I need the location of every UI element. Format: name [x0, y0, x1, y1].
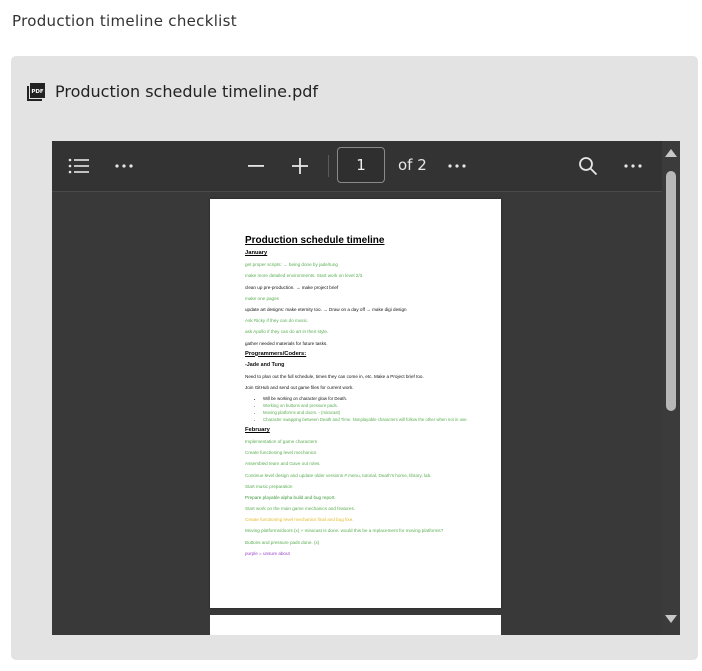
- list-icon[interactable]: [62, 149, 96, 183]
- scroll-down-arrow-icon[interactable]: [665, 615, 677, 623]
- document-line: Create functioning level mechanics final…: [245, 517, 354, 523]
- pdf-file-icon: PDF: [27, 82, 45, 101]
- bullet-item: Character swapping between Death and Tim…: [263, 417, 475, 422]
- svg-text:PDF: PDF: [31, 89, 44, 95]
- overflow-menu-icon[interactable]: [616, 149, 650, 183]
- pdf-page-1: Production schedule timeline January get …: [210, 199, 501, 608]
- document-line: get proper scripts: → being done by jade…: [245, 262, 338, 268]
- document-line: Join GitHub and send out game files for …: [245, 385, 354, 391]
- toolbar-divider: [328, 155, 329, 177]
- bullet-item: Working on buttons and pressure pads.: [263, 403, 475, 408]
- document-line: Need to plan out the full schedule, time…: [245, 374, 424, 380]
- document-line: update art designs: make eternity too. →…: [245, 306, 407, 312]
- document-line: Create functioning level mechanics: [245, 450, 317, 456]
- search-icon[interactable]: [571, 149, 605, 183]
- page-title: Production timeline checklist: [12, 12, 237, 30]
- document-line: -Jade and Tung: [245, 361, 285, 368]
- bullet-item: Will be working on character glow for De…: [263, 396, 475, 401]
- document-line: gather needed materials for future tasks…: [245, 340, 328, 346]
- zoom-in-icon[interactable]: [283, 149, 317, 183]
- document-section-heading: February: [245, 426, 270, 433]
- pdf-toolbar: of 2: [52, 141, 662, 192]
- document-line: Moving platforms/doors (x) + miracast is…: [245, 528, 444, 534]
- more-options-icon[interactable]: [107, 149, 141, 183]
- attachment-file-name[interactable]: Production schedule timeline.pdf: [55, 82, 318, 101]
- pdf-viewer: of 2 Production schedule timeline Januar…: [52, 141, 680, 635]
- document-content: Production schedule timeline January get …: [245, 235, 475, 562]
- document-line: Start music preparation: [245, 483, 293, 489]
- vertical-scrollbar[interactable]: [662, 141, 680, 635]
- document-line: Implementation of game characters: [245, 438, 318, 444]
- page-total-label: of 2: [398, 156, 427, 174]
- scrollbar-thumb[interactable]: [666, 171, 676, 411]
- page-more-icon[interactable]: [440, 149, 474, 183]
- zoom-out-icon[interactable]: [239, 149, 273, 183]
- document-line: Start work on the main game mechanics an…: [245, 506, 356, 512]
- page-number-input[interactable]: [337, 147, 385, 183]
- bullet-list: Will be working on character glow for De…: [245, 396, 475, 421]
- document-line: purple = unsure about: [245, 550, 290, 556]
- document-line: Continue level design and update older v…: [245, 472, 432, 478]
- attachment-header[interactable]: PDF Production schedule timeline.pdf: [27, 82, 318, 101]
- document-line: ask Apollo if they can do art in their s…: [245, 329, 329, 335]
- document-section-heading: Programmers/Coders:: [245, 350, 307, 357]
- document-line: Buttons and pressure pads done. (x): [245, 539, 320, 545]
- document-line: Prepare playable alpha build and bug rep…: [245, 494, 336, 500]
- document-title: Production schedule timeline: [245, 235, 385, 246]
- document-section-heading: January: [245, 250, 268, 256]
- document-line: clean up pre-production. → make project …: [245, 284, 339, 290]
- scroll-up-arrow-icon[interactable]: [665, 149, 677, 157]
- document-line: Ask Ricky if they can do music.: [245, 318, 309, 324]
- document-line: make one pages: [245, 295, 279, 301]
- pdf-page-2: [210, 615, 501, 635]
- document-line: Assembled team and Gave out roles.: [245, 461, 321, 467]
- document-line: make more detailed environments. Start w…: [245, 273, 364, 279]
- bullet-item: Moving platforms and doors. - (miracast): [263, 410, 475, 415]
- attachment-card: PDF Production schedule timeline.pdf 1 o…: [11, 56, 698, 660]
